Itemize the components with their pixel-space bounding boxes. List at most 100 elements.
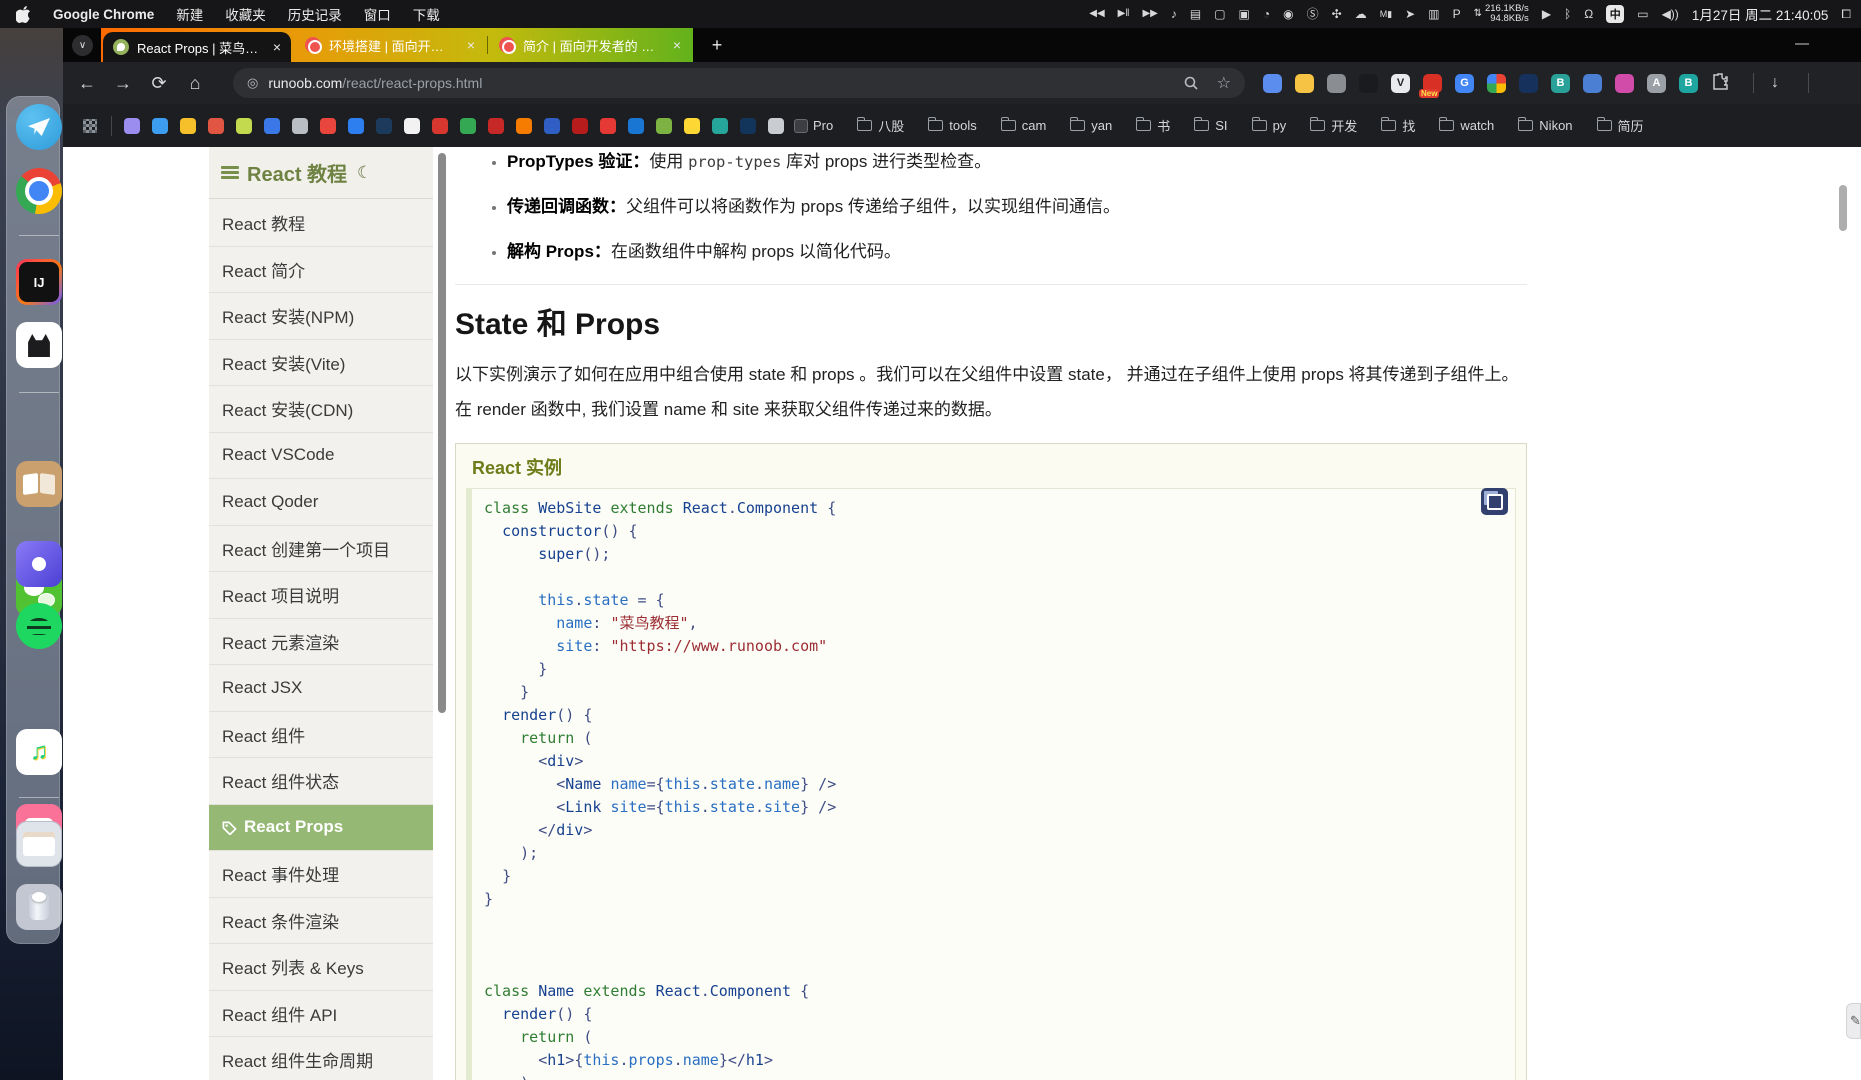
control-center-icon[interactable]: ⧠	[1841, 8, 1851, 20]
media-play-pause-icon[interactable]: ▶‖	[1118, 9, 1130, 19]
sidebar-item-react-元素渲染[interactable]: React 元素渲染	[209, 618, 433, 665]
bookmark-favicon-9[interactable]	[348, 118, 364, 134]
sidebar-item-react-事件处理[interactable]: React 事件处理	[209, 850, 433, 897]
note-pencil-widget[interactable]: ✎	[1846, 1003, 1861, 1039]
bookmark-star-icon[interactable]: ☆	[1217, 73, 1231, 93]
extension-icon-2[interactable]	[1295, 74, 1314, 93]
bookmark-favicon-22[interactable]	[712, 118, 728, 134]
bookmark-favicon-20[interactable]	[656, 118, 672, 134]
trash-dock-icon[interactable]	[16, 884, 62, 930]
telegram-dock-icon[interactable]	[16, 104, 62, 150]
extension-icon-3[interactable]	[1327, 74, 1346, 93]
extension-icon-11[interactable]	[1583, 74, 1602, 93]
apple-menu-icon[interactable]	[16, 6, 31, 23]
extension-icon-1[interactable]	[1263, 74, 1282, 93]
home-button[interactable]: ⌂	[177, 73, 213, 94]
reload-button[interactable]: ⟳	[141, 73, 177, 94]
bookmark-folder-开发[interactable]: 开发	[1310, 116, 1357, 135]
chrome-dock-icon[interactable]	[16, 168, 62, 214]
media-rewind-icon[interactable]: ◀◀	[1089, 9, 1104, 19]
extension-icon-12[interactable]	[1615, 74, 1634, 93]
menubar-menu-新建[interactable]: 新建	[176, 4, 203, 24]
apps-grid-icon[interactable]	[83, 119, 97, 133]
bookmark-folder-书[interactable]: 书	[1136, 116, 1170, 135]
bookmark-favicon-24[interactable]	[768, 118, 784, 134]
tab-close-icon[interactable]: ×	[467, 37, 475, 53]
bookmark-favicon-18[interactable]	[600, 118, 616, 134]
bookmark-folder-SI[interactable]: SI	[1194, 118, 1227, 133]
sidebar-item-react-组件生命周期[interactable]: React 组件生命周期	[209, 1036, 433, 1080]
menubar-menu-收藏夹[interactable]: 收藏夹	[225, 4, 266, 24]
bookmark-favicon-4[interactable]	[208, 118, 224, 134]
page-scrollbar[interactable]	[1839, 185, 1847, 231]
menubar-menu-下载[interactable]: 下载	[413, 4, 440, 24]
downloads-icon[interactable]: ↓	[1771, 74, 1779, 92]
menubar-clock[interactable]: 1月27日 周二 21:40:05	[1692, 4, 1829, 24]
copy-tool-status-icon[interactable]: ▥	[1428, 8, 1439, 20]
bookmark-favicon-14[interactable]	[488, 118, 504, 134]
extension-icon-8[interactable]	[1487, 74, 1506, 93]
sidebar-item-react-props[interactable]: React Props	[209, 804, 433, 851]
sidebar-item-react-列表-&-keys[interactable]: React 列表 & Keys	[209, 943, 433, 990]
bookmark-favicon-21[interactable]	[684, 118, 700, 134]
sidebar-item-react-组件状态[interactable]: React 组件状态	[209, 757, 433, 804]
browser-tab-1[interactable]: React Props | 菜鸟教程×	[103, 32, 291, 62]
extension-icon-4[interactable]	[1359, 74, 1378, 93]
bookmark-favicon-16[interactable]	[544, 118, 560, 134]
stats-status-icon[interactable]: ▤	[1190, 8, 1201, 20]
intellij-idea-dock-icon[interactable]	[16, 259, 62, 305]
purple-app-dock-icon[interactable]	[16, 541, 62, 587]
back-button[interactable]: ←	[69, 73, 105, 94]
cat-proxy-dock-icon[interactable]	[16, 322, 62, 368]
sidebar-item-react-jsx[interactable]: React JSX	[209, 664, 433, 711]
menubar-menu-窗口[interactable]: 窗口	[364, 4, 391, 24]
bookmark-favicon-23[interactable]	[740, 118, 756, 134]
bookmark-folder-Nikon[interactable]: Nikon	[1518, 118, 1572, 133]
extension-icon-5[interactable]: V	[1391, 74, 1410, 93]
spotlight-status-icon[interactable]: Ⓢ	[1307, 8, 1319, 20]
tab-close-icon[interactable]: ×	[673, 37, 681, 53]
play-circle-status-icon[interactable]: ▶	[1542, 8, 1551, 20]
memory-battery-status-icon[interactable]: M▮	[1380, 10, 1392, 19]
bookmark-folder-cam[interactable]: cam	[1001, 118, 1047, 133]
sidebar-item-react-创建第一个项目[interactable]: React 创建第一个项目	[209, 525, 433, 572]
extensions-puzzle-icon[interactable]	[1711, 72, 1729, 95]
sidebar-scrollbar[interactable]	[438, 153, 446, 713]
bookmark-favicon-19[interactable]	[628, 118, 644, 134]
mouse-tool-status-icon[interactable]: ➤	[1405, 8, 1415, 20]
bookmark-folder-watch[interactable]: watch	[1439, 118, 1494, 133]
sidebar-item-react-安装(vite)[interactable]: React 安装(Vite)	[209, 339, 433, 386]
bookmark-favicon-13[interactable]	[460, 118, 476, 134]
sidebar-item-react-组件[interactable]: React 组件	[209, 711, 433, 758]
spotify-dock-icon[interactable]	[16, 603, 62, 649]
copy-code-button[interactable]	[1481, 488, 1508, 515]
display-mirror-status-icon[interactable]: ▢	[1214, 8, 1225, 20]
bookmark-favicon-3[interactable]	[180, 118, 196, 134]
extension-icon-14[interactable]: B	[1679, 74, 1698, 93]
bookmark-favicon-15[interactable]	[516, 118, 532, 134]
dark-mode-moon-icon[interactable]: ☾	[357, 163, 372, 183]
screenshot-status-icon[interactable]: ▣	[1239, 8, 1250, 20]
bluetooth-status-icon[interactable]: ᛒ	[1564, 8, 1571, 20]
sidebar-item-react-安装(cdn)[interactable]: React 安装(CDN)	[209, 385, 433, 432]
bookmark-favicon-10[interactable]	[376, 118, 392, 134]
sidebar-item-react-组件-api[interactable]: React 组件 API	[209, 990, 433, 1037]
sidebar-item-react-项目说明[interactable]: React 项目说明	[209, 571, 433, 618]
display-status-icon[interactable]: ▭	[1637, 8, 1648, 20]
sidebar-item-react-qoder[interactable]: React Qoder	[209, 478, 433, 525]
extension-icon-9[interactable]	[1519, 74, 1538, 93]
new-tab-button[interactable]: +	[705, 33, 729, 57]
bookmark-favicon-12[interactable]	[432, 118, 448, 134]
network-speed-indicator[interactable]: ⇅ 216.1KB/s 94.8KB/s	[1474, 4, 1529, 24]
music-status-icon[interactable]: ♪	[1171, 8, 1177, 20]
bookmark-favicon-8[interactable]	[320, 118, 336, 134]
bookmark-folder-八股[interactable]: 八股	[857, 116, 904, 135]
volume-status-icon[interactable]: ◀))	[1662, 8, 1679, 20]
bookmark-favicon-17[interactable]	[572, 118, 588, 134]
browser-tab-3[interactable]: 简介 | 面向开发者的 Pro×	[489, 28, 691, 62]
menubar-menu-历史记录[interactable]: 历史记录	[288, 4, 342, 24]
bookmark-pro[interactable]: Pro	[794, 118, 833, 133]
site-settings-icon[interactable]: ◎	[247, 75, 258, 91]
sidebar-item-react-vscode[interactable]: React VSCode	[209, 432, 433, 479]
qq-music-dock-icon[interactable]	[16, 729, 62, 775]
